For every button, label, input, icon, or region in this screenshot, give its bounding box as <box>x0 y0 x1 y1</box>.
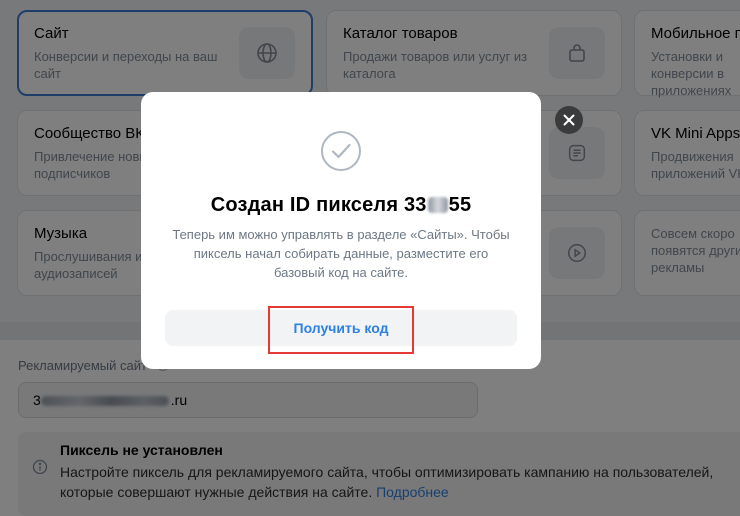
modal-title-suffix: 55 <box>448 194 472 216</box>
check-circle-icon <box>320 130 362 177</box>
close-modal-button[interactable] <box>555 106 583 134</box>
redacted-text <box>427 197 448 213</box>
close-icon <box>563 114 575 126</box>
get-code-button[interactable]: Получить код <box>165 310 517 346</box>
modal-title: Создан ID пикселя 33 55 <box>141 194 541 217</box>
modal-description: Теперь им можно управлять в разделе «Сай… <box>172 227 510 280</box>
pixel-created-modal: Создан ID пикселя 33 55 Теперь им можно у… <box>141 92 541 369</box>
modal-title-prefix: Создан ID пикселя 33 <box>210 194 427 216</box>
